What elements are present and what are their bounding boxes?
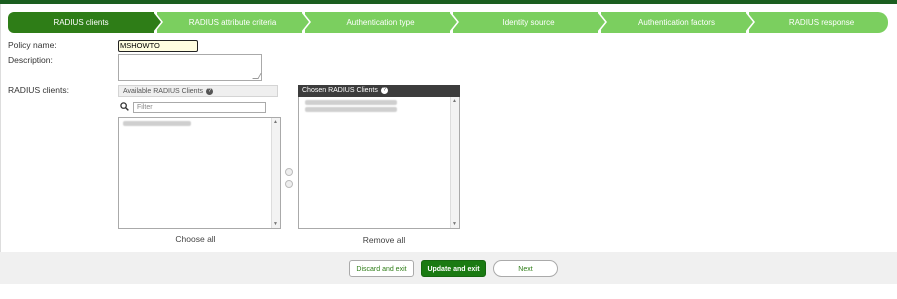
resize-grip-icon[interactable] xyxy=(252,73,262,79)
step-authentication-type[interactable]: Authentication type xyxy=(305,12,450,33)
scrollbar[interactable]: ▲ ▼ xyxy=(271,118,280,228)
chosen-clients-title: Chosen RADIUS Clients xyxy=(302,87,378,94)
next-button[interactable]: Next xyxy=(493,260,558,277)
list-item-redacted[interactable] xyxy=(305,100,397,105)
left-border xyxy=(0,4,1,252)
available-clients-header: Available RADIUS Clients? xyxy=(118,85,278,97)
update-and-exit-button[interactable]: Update and exit xyxy=(421,260,486,277)
scroll-up-icon[interactable]: ▲ xyxy=(452,98,457,104)
description-textarea[interactable] xyxy=(118,54,262,81)
move-left-button[interactable] xyxy=(285,180,293,188)
step-radius-attribute-criteria[interactable]: RADIUS attribute criteria xyxy=(157,12,302,33)
scroll-up-icon[interactable]: ▲ xyxy=(273,119,278,125)
scroll-down-icon[interactable]: ▼ xyxy=(452,221,457,227)
available-clients-title: Available RADIUS Clients xyxy=(123,88,204,95)
scrollbar[interactable]: ▲ ▼ xyxy=(450,97,459,228)
step-label: RADIUS clients xyxy=(53,18,109,27)
description-label: Description: xyxy=(8,55,53,65)
remove-all-link[interactable]: Remove all xyxy=(298,235,470,245)
scroll-down-icon[interactable]: ▼ xyxy=(273,221,278,227)
step-label: Identity source xyxy=(502,18,555,27)
step-label: RADIUS response xyxy=(788,18,855,27)
step-label: Authentication factors xyxy=(638,18,715,27)
help-icon[interactable]: ? xyxy=(380,86,388,94)
chosen-clients-list[interactable]: ▲ ▼ xyxy=(298,97,460,229)
move-right-button[interactable] xyxy=(285,168,293,176)
help-icon[interactable]: ? xyxy=(206,87,214,95)
list-item-redacted[interactable] xyxy=(305,107,397,112)
policy-name-input[interactable]: MSHOWTO xyxy=(118,40,198,52)
list-item-redacted[interactable] xyxy=(123,121,191,126)
step-identity-source[interactable]: Identity source xyxy=(453,12,598,33)
policy-name-label: Policy name: xyxy=(8,40,57,50)
chosen-clients-header: Chosen RADIUS Clients? xyxy=(298,85,460,97)
step-radius-clients[interactable]: RADIUS clients xyxy=(8,12,154,33)
search-icon xyxy=(120,102,129,111)
top-accent-bar xyxy=(0,0,897,4)
filter-input[interactable]: Filter xyxy=(133,102,266,113)
step-label: RADIUS attribute criteria xyxy=(188,18,277,27)
step-radius-response[interactable]: RADIUS response xyxy=(749,12,888,33)
step-label: Authentication type xyxy=(346,18,415,27)
radius-clients-label: RADIUS clients: xyxy=(8,85,69,95)
wizard-steps: RADIUS clients RADIUS attribute criteria… xyxy=(8,12,888,33)
choose-all-link[interactable]: Choose all xyxy=(118,234,273,244)
discard-and-exit-button[interactable]: Discard and exit xyxy=(349,260,414,277)
available-clients-list[interactable]: ▲ ▼ xyxy=(118,117,281,229)
step-authentication-factors[interactable]: Authentication factors xyxy=(601,12,746,33)
